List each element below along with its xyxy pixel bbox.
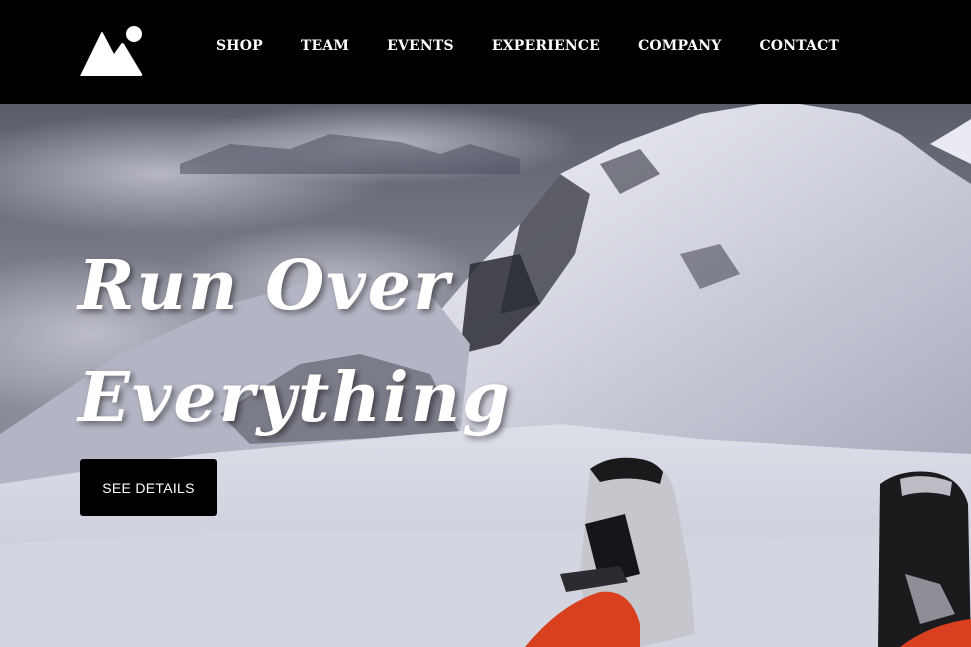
nav-item-company[interactable]: COMPANY: [638, 38, 721, 54]
nav-item-shop[interactable]: SHOP: [216, 38, 263, 54]
hero-headline: Run Over Everything: [78, 230, 512, 454]
nav-item-contact[interactable]: CONTACT: [759, 38, 839, 54]
headline-line-1: Run Over: [78, 246, 451, 326]
see-details-button[interactable]: SEE DETAILS: [80, 459, 217, 516]
site-header: SHOP TEAM EVENTS EXPERIENCE COMPANY CONT…: [0, 0, 971, 104]
main-nav: SHOP TEAM EVENTS EXPERIENCE COMPANY CONT…: [216, 38, 877, 54]
nav-item-events[interactable]: EVENTS: [387, 38, 454, 54]
mountain-sun-icon[interactable]: [78, 24, 144, 78]
nav-item-team[interactable]: TEAM: [301, 38, 349, 54]
hero-section: Run Over Everything SEE DETAILS: [0, 104, 971, 647]
nav-item-experience[interactable]: EXPERIENCE: [492, 38, 600, 54]
headline-line-2: Everything: [78, 358, 512, 438]
